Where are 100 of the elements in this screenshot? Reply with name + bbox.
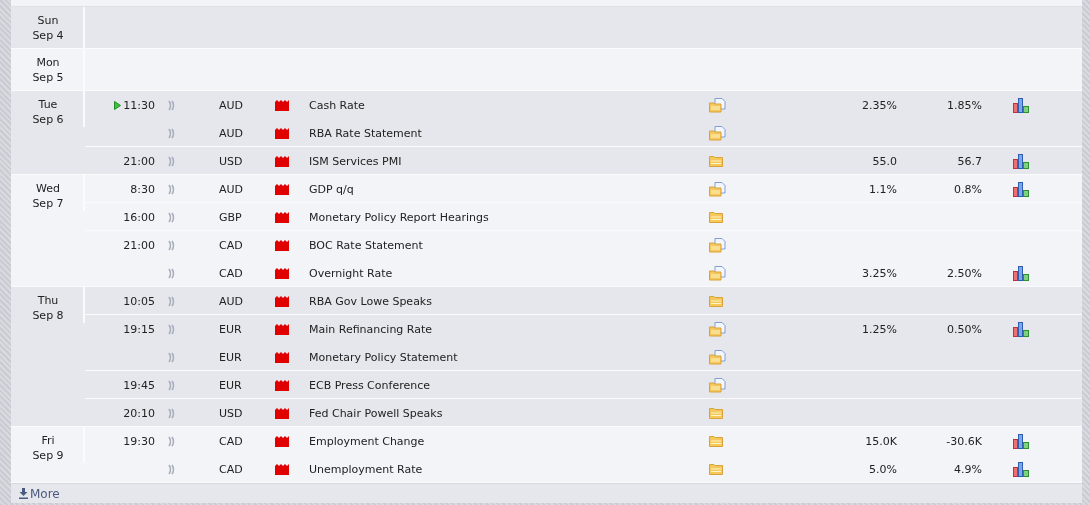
date-label: Sep 4 — [32, 28, 64, 43]
sound-icon[interactable] — [168, 435, 176, 447]
folder-icon[interactable] — [709, 295, 723, 307]
factory-icon — [275, 407, 289, 419]
bar-chart-icon[interactable] — [1013, 433, 1029, 449]
date-label: Sep 5 — [32, 70, 64, 85]
folder-document-icon[interactable] — [709, 181, 726, 197]
event-time: 20:10 — [123, 406, 155, 420]
event-time: 16:00 — [123, 210, 155, 224]
event-name: Monetary Policy Statement — [309, 350, 459, 364]
folder-icon[interactable] — [709, 211, 723, 223]
currency-code: EUR — [219, 322, 242, 336]
sound-icon[interactable] — [168, 295, 176, 307]
sound-icon[interactable] — [168, 211, 176, 223]
folder-document-icon[interactable] — [709, 377, 726, 393]
folder-document-icon[interactable] — [709, 97, 726, 113]
factory-icon — [275, 295, 289, 307]
sound-icon[interactable] — [168, 379, 176, 391]
bar-chart-icon[interactable] — [1013, 181, 1029, 197]
factory-icon — [275, 99, 289, 111]
event-time: 21:00 — [123, 154, 155, 168]
currency-code: EUR — [219, 350, 242, 364]
sound-icon[interactable] — [168, 155, 176, 167]
actual-value: 1.1% — [869, 182, 897, 196]
event-time: 21:00 — [123, 238, 155, 252]
sound-icon[interactable] — [168, 267, 176, 279]
event-time: 11:30 — [123, 98, 155, 112]
event-name: Main Refinancing Rate — [309, 322, 434, 336]
play-icon — [114, 100, 122, 110]
folder-icon[interactable] — [709, 435, 723, 447]
actual-value: 3.25% — [862, 266, 897, 280]
sound-icon[interactable] — [168, 323, 176, 335]
currency-code: CAD — [219, 434, 243, 448]
event-name: ECB Press Conference — [309, 378, 431, 392]
sound-icon[interactable] — [168, 351, 176, 363]
currency-code: AUD — [219, 182, 244, 196]
folder-icon[interactable] — [709, 407, 723, 419]
download-icon — [19, 488, 28, 499]
event-name: Overnight Rate — [309, 266, 394, 280]
forecast-value: 4.9% — [954, 462, 982, 476]
currency-code: EUR — [219, 378, 242, 392]
event-name: Monetary Policy Report Hearings — [309, 210, 490, 224]
bar-chart-icon[interactable] — [1013, 97, 1029, 113]
date-label: Sep 7 — [32, 196, 64, 211]
bar-chart-icon[interactable] — [1013, 265, 1029, 281]
factory-icon — [275, 155, 289, 167]
date-label: Sep 6 — [32, 112, 64, 127]
currency-code: AUD — [219, 98, 244, 112]
forecast-value: 1.85% — [947, 98, 982, 112]
actual-value: 15.0K — [865, 434, 897, 448]
folder-document-icon[interactable] — [709, 265, 726, 281]
folder-document-icon[interactable] — [709, 125, 726, 141]
currency-code: CAD — [219, 462, 243, 476]
more-link[interactable]: More — [19, 486, 60, 501]
forecast-value: 0.8% — [954, 182, 982, 196]
forecast-value: -30.6K — [946, 434, 982, 448]
currency-code: CAD — [219, 238, 243, 252]
factory-icon — [275, 127, 289, 139]
bar-chart-icon[interactable] — [1013, 321, 1029, 337]
sound-icon[interactable] — [168, 99, 176, 111]
bar-chart-icon[interactable] — [1013, 461, 1029, 477]
event-name: RBA Gov Lowe Speaks — [309, 294, 433, 308]
event-name: Fed Chair Powell Speaks — [309, 406, 444, 420]
weekday-label: Wed — [36, 181, 60, 196]
weekday-label: Thu — [37, 293, 59, 308]
factory-icon — [275, 183, 289, 195]
weekday-label: Sun — [37, 13, 59, 28]
event-name: ISM Services PMI — [309, 154, 403, 168]
forecast-value: 0.50% — [947, 322, 982, 336]
weekday-label: Tue — [38, 97, 58, 112]
sound-icon[interactable] — [168, 407, 176, 419]
forecast-value: 2.50% — [947, 266, 982, 280]
factory-icon — [275, 267, 289, 279]
currency-code: AUD — [219, 126, 244, 140]
folder-document-icon[interactable] — [709, 349, 726, 365]
currency-code: USD — [219, 406, 243, 420]
bar-chart-icon[interactable] — [1013, 153, 1029, 169]
event-name: Cash Rate — [309, 98, 366, 112]
currency-code: CAD — [219, 266, 243, 280]
factory-icon — [275, 323, 289, 335]
folder-document-icon[interactable] — [709, 321, 726, 337]
sound-icon[interactable] — [168, 463, 176, 475]
sound-icon[interactable] — [168, 239, 176, 251]
folder-icon[interactable] — [709, 155, 723, 167]
currency-code: USD — [219, 154, 243, 168]
sound-icon[interactable] — [168, 127, 176, 139]
event-name: Unemployment Rate — [309, 462, 424, 476]
event-name: BOC Rate Statement — [309, 238, 424, 252]
factory-icon — [275, 351, 289, 363]
event-name: RBA Rate Statement — [309, 126, 423, 140]
factory-icon — [275, 379, 289, 391]
currency-code: GBP — [219, 210, 242, 224]
sound-icon[interactable] — [168, 183, 176, 195]
forecast-value: 56.7 — [957, 154, 982, 168]
event-name: Employment Change — [309, 434, 426, 448]
folder-icon[interactable] — [709, 463, 723, 475]
factory-icon — [275, 211, 289, 223]
event-time: 19:30 — [123, 434, 155, 448]
factory-icon — [275, 463, 289, 475]
folder-document-icon[interactable] — [709, 237, 726, 253]
